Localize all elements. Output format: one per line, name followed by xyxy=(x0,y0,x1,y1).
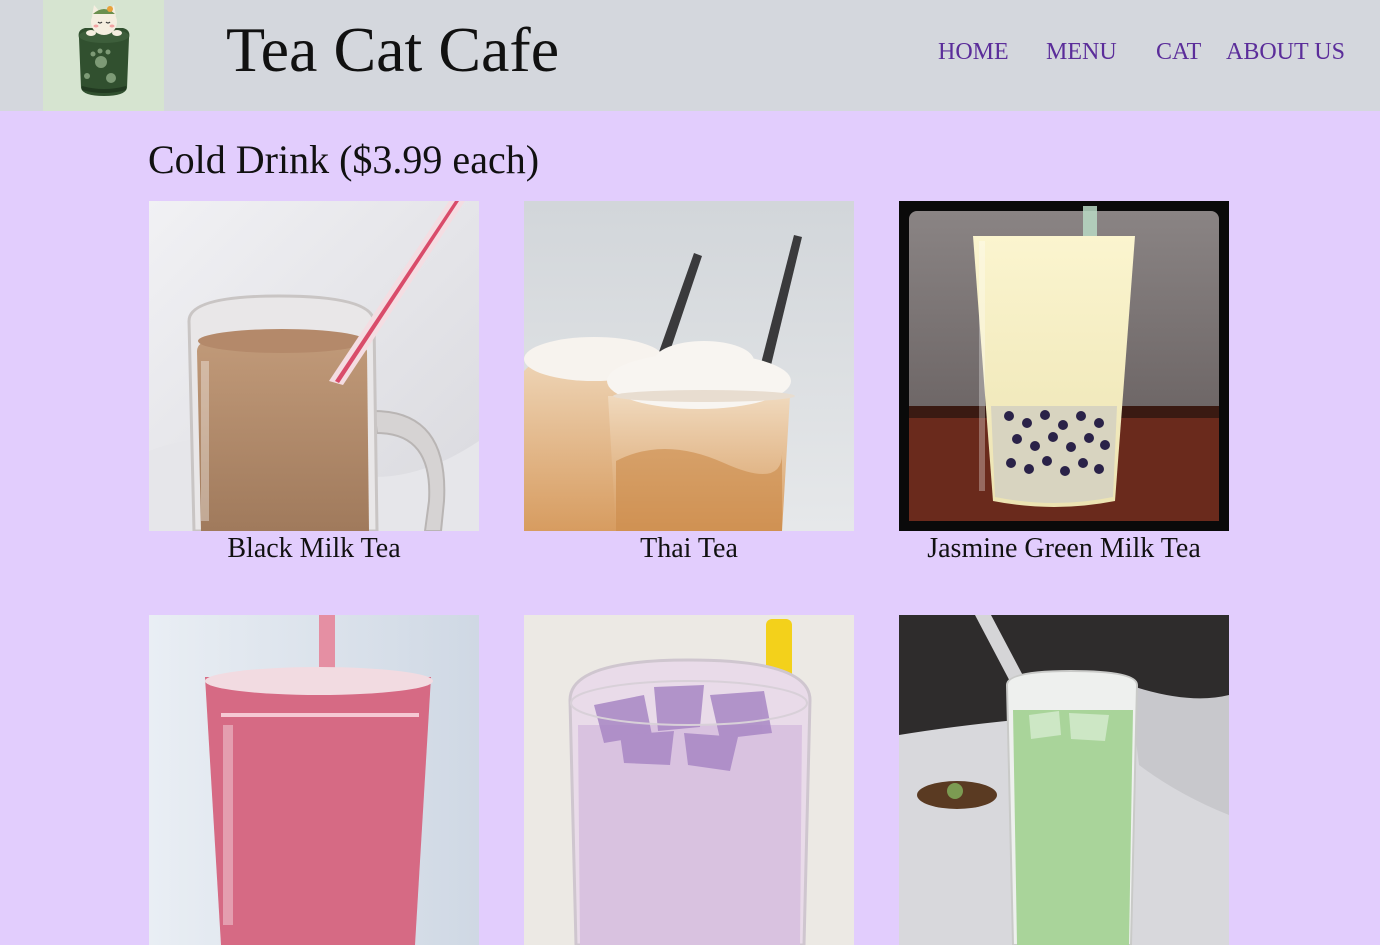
drink-name: Thai Tea xyxy=(640,533,738,564)
menu-item-card[interactable] xyxy=(899,615,1229,945)
jasmine-green-milk-tea-photo[interactable] xyxy=(899,201,1229,531)
nav-link-home[interactable]: HOME xyxy=(938,38,1009,66)
menu-item-card[interactable]: Black Milk Tea xyxy=(149,201,479,566)
menu-item-card[interactable]: Thai Tea xyxy=(524,201,854,566)
matcha-milk-tea-photo[interactable] xyxy=(899,615,1229,945)
drink-name: Jasmine Green Milk Tea xyxy=(927,533,1201,564)
site-header: Tea Cat Cafe HOME MENU CAT ABOUT US xyxy=(0,0,1380,111)
drink-name: Black Milk Tea xyxy=(227,533,401,564)
section-title: Cold Drink ($3.99 each) xyxy=(148,137,540,182)
thai-tea-photo[interactable] xyxy=(524,201,854,531)
site-title: Tea Cat Cafe xyxy=(226,14,560,85)
cat-in-tea-cup-icon[interactable] xyxy=(43,0,164,111)
menu-item-card[interactable] xyxy=(149,615,479,945)
strawberry-drink-photo[interactable] xyxy=(149,615,479,945)
taro-milk-tea-photo[interactable] xyxy=(524,615,854,945)
nav-link-cat[interactable]: CAT xyxy=(1156,38,1201,66)
menu-item-card[interactable] xyxy=(524,615,854,945)
nav-link-about-us[interactable]: ABOUT US xyxy=(1226,38,1345,66)
nav-link-menu[interactable]: MENU xyxy=(1046,38,1117,66)
black-milk-tea-photo[interactable] xyxy=(149,201,479,531)
menu-item-card[interactable]: Jasmine Green Milk Tea xyxy=(899,201,1229,566)
